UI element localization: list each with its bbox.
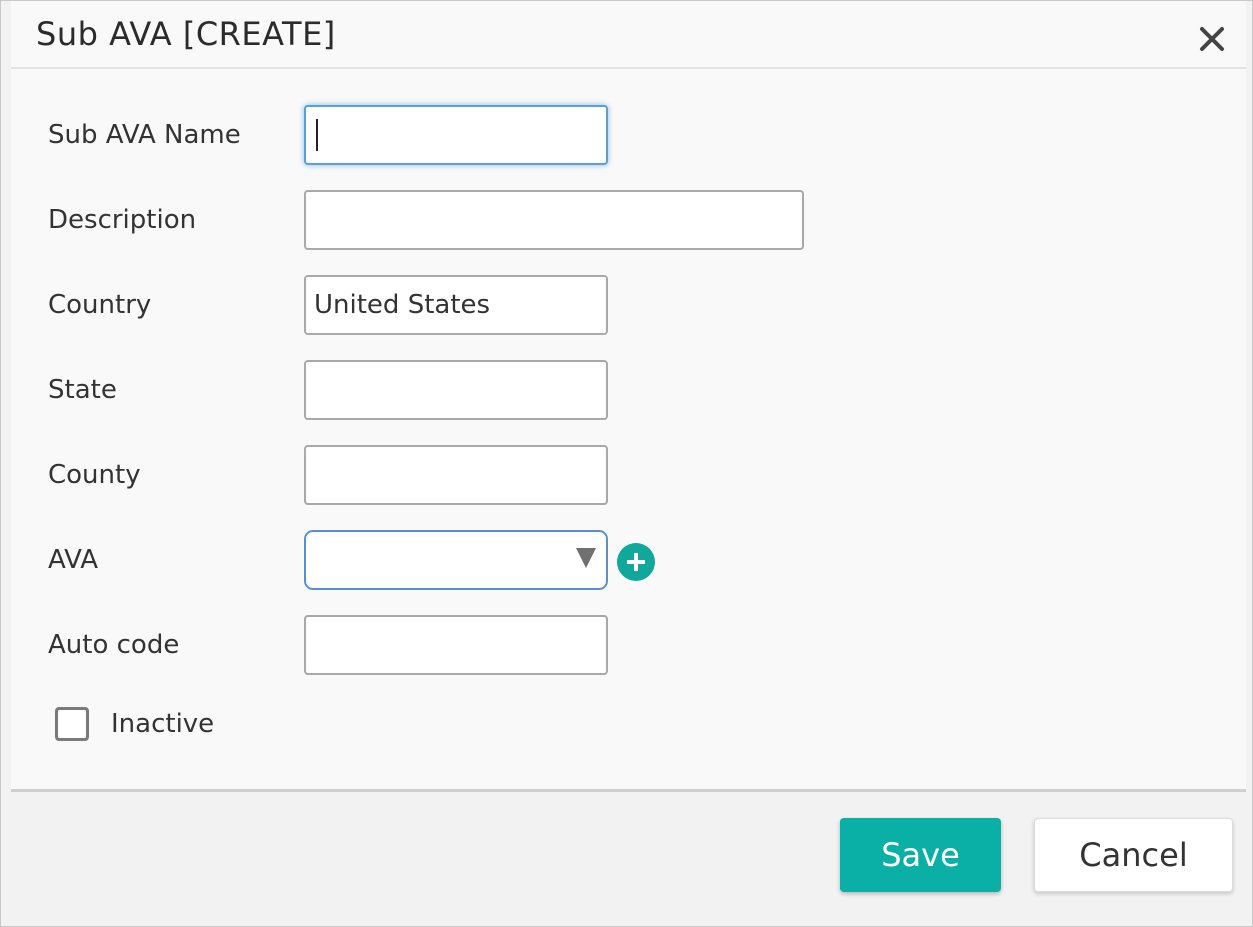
- plus-circle-icon[interactable]: [617, 543, 655, 581]
- save-button[interactable]: Save: [840, 818, 1001, 892]
- text-caret: [316, 119, 318, 151]
- sub-ava-dialog: Sub AVA [CREATE] Sub AVA Name Descriptio…: [0, 0, 1253, 927]
- county-label: County: [48, 460, 141, 490]
- county-input[interactable]: [304, 445, 608, 505]
- inactive-label: Inactive: [111, 709, 215, 739]
- sub-ava-name-input[interactable]: [304, 105, 608, 165]
- close-icon[interactable]: [1197, 23, 1227, 53]
- description-input[interactable]: [304, 190, 804, 250]
- dropdown-arrow-icon: [576, 548, 596, 568]
- state-label: State: [48, 375, 117, 405]
- country-label: Country: [48, 290, 152, 320]
- dialog-body: Sub AVA Name Description Country State C…: [11, 69, 1246, 792]
- auto-code-label: Auto code: [48, 630, 180, 660]
- sub-ava-name-label: Sub AVA Name: [48, 120, 241, 150]
- ava-select[interactable]: [304, 530, 608, 590]
- auto-code-input[interactable]: [304, 615, 608, 675]
- cancel-button[interactable]: Cancel: [1034, 818, 1233, 892]
- dialog-title: Sub AVA [CREATE]: [36, 15, 336, 53]
- description-label: Description: [48, 205, 197, 235]
- state-input[interactable]: [304, 360, 608, 420]
- country-input[interactable]: [304, 275, 608, 335]
- ava-label: AVA: [48, 545, 99, 575]
- inactive-checkbox[interactable]: [55, 707, 89, 741]
- dialog-header: Sub AVA [CREATE]: [11, 1, 1246, 69]
